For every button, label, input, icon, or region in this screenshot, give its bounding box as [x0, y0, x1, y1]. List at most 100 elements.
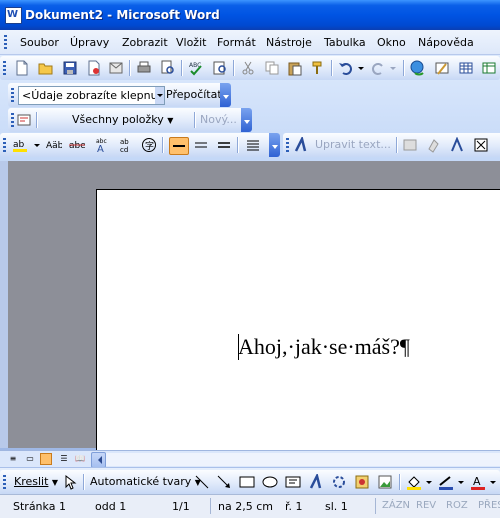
columns-icon[interactable]: [245, 137, 261, 153]
insert-picture-icon[interactable]: [377, 474, 393, 490]
normal-view-button[interactable]: ≡: [7, 453, 19, 465]
highlight-icon[interactable]: ab: [12, 137, 28, 153]
edit-text-button[interactable]: Upravit text...: [315, 138, 391, 151]
diagram-icon[interactable]: [331, 474, 347, 490]
menu-upravy[interactable]: Úpravy: [70, 36, 109, 49]
field-select[interactable]: <Údaje zobrazíte klepnutím: [18, 86, 165, 105]
arrow-icon[interactable]: [216, 474, 232, 490]
strikethrough-icon[interactable]: abe: [69, 137, 85, 153]
wordart-shape-icon[interactable]: [449, 137, 465, 153]
copy-icon[interactable]: [264, 60, 280, 76]
menu-format[interactable]: Formát: [217, 36, 256, 49]
font-color-dropdown-icon[interactable]: [489, 474, 497, 490]
change-case-icon[interactable]: Aäb: [46, 137, 62, 153]
outline-view-button[interactable]: ☰: [58, 453, 70, 465]
phonetic-guide-icon[interactable]: abcA: [94, 137, 110, 153]
status-bar: Stránka 1 odd 1 1/1 na 2,5 cm ř. 1 sl. 1…: [0, 494, 500, 518]
research-icon[interactable]: [212, 60, 228, 76]
insert-wordart-drawing-icon[interactable]: [308, 474, 324, 490]
fill-color-dropdown-icon[interactable]: [425, 474, 433, 490]
web-layout-view-button[interactable]: ▭: [24, 453, 36, 465]
format-painter-icon[interactable]: [310, 60, 326, 76]
insert-excel-icon[interactable]: [481, 60, 497, 76]
text-box-icon[interactable]: [285, 474, 301, 490]
print-preview-icon[interactable]: [160, 60, 176, 76]
highlight-dropdown-icon[interactable]: [33, 137, 41, 153]
print-layout-view-button[interactable]: [40, 453, 52, 465]
toolbar-separator: [399, 474, 400, 490]
show-all-markup-dropdown[interactable]: Všechny položky ▼: [72, 113, 173, 126]
font-color-icon[interactable]: A: [470, 474, 486, 490]
redo-icon[interactable]: [370, 60, 386, 76]
insert-wordart-icon[interactable]: [293, 137, 309, 153]
fill-color-icon[interactable]: [406, 474, 422, 490]
insert-table-icon[interactable]: [458, 60, 474, 76]
toolbar-grip[interactable]: [11, 88, 14, 102]
toolbar-options-button[interactable]: [269, 133, 280, 157]
status-extend[interactable]: ROZ: [446, 500, 468, 511]
menu-nastroje[interactable]: Nástroje: [266, 36, 312, 49]
select-objects-icon[interactable]: [62, 474, 78, 490]
autoshapes-menu-button[interactable]: Automatické tvary ▼: [90, 475, 201, 488]
recalculate-button[interactable]: Přepočítat: [166, 88, 222, 101]
wordart-gallery-icon[interactable]: [402, 137, 418, 153]
print-icon[interactable]: [136, 60, 152, 76]
word-app-icon[interactable]: W: [5, 7, 22, 24]
menu-okno[interactable]: Okno: [377, 36, 406, 49]
status-track-changes-rev[interactable]: REV: [416, 500, 436, 511]
reading-layout-view-button[interactable]: 📖: [74, 453, 86, 465]
align-justify-button[interactable]: [169, 137, 189, 155]
save-icon[interactable]: [62, 60, 78, 76]
menu-tabulka[interactable]: Tabulka: [324, 36, 366, 49]
undo-dropdown-icon[interactable]: [357, 60, 365, 76]
status-track-changes[interactable]: ZÁZN: [382, 500, 410, 511]
toolbar-grip[interactable]: [11, 113, 14, 127]
text-wrapping-icon[interactable]: [473, 137, 489, 153]
tables-borders-icon[interactable]: [434, 60, 450, 76]
undo-icon[interactable]: [338, 60, 354, 76]
menu-napoveda[interactable]: Nápověda: [418, 36, 474, 49]
align-both-icon[interactable]: [216, 137, 232, 153]
permission-icon[interactable]: [86, 60, 102, 76]
toolbar-grip[interactable]: [3, 61, 6, 75]
align-justify-icon: [173, 145, 185, 147]
draw-menu-button[interactable]: Kreslit ▼: [14, 475, 58, 488]
enclose-characters-icon[interactable]: 字: [141, 137, 157, 153]
open-icon[interactable]: [38, 60, 54, 76]
format-wordart-icon[interactable]: [426, 137, 442, 153]
new-comment-button[interactable]: Nový...: [200, 113, 237, 126]
spelling-icon[interactable]: ABC: [188, 60, 204, 76]
line-icon[interactable]: [194, 474, 210, 490]
rectangle-icon[interactable]: [239, 474, 255, 490]
hyperlink-icon[interactable]: [410, 60, 426, 76]
distribute-icon[interactable]: [193, 137, 209, 153]
toolbar-grip[interactable]: [3, 475, 6, 489]
toolbar-options-button[interactable]: [220, 83, 231, 107]
document-page[interactable]: [96, 189, 500, 452]
toolbar-grip[interactable]: [286, 138, 289, 152]
svg-text:字: 字: [145, 140, 154, 152]
combine-characters-icon[interactable]: abcd: [117, 137, 133, 153]
draw-menu-label: Kreslit: [14, 475, 49, 488]
status-overtype[interactable]: PŘES: [478, 500, 500, 511]
horizontal-scroll-track[interactable]: [106, 453, 500, 466]
line-color-dropdown-icon[interactable]: [457, 474, 465, 490]
document-text[interactable]: Ahoj,·jak·se·máš?¶: [238, 334, 410, 360]
email-icon[interactable]: [108, 60, 124, 76]
redo-dropdown-icon[interactable]: [389, 60, 397, 76]
oval-icon[interactable]: [262, 474, 278, 490]
clip-art-icon[interactable]: [354, 474, 370, 490]
menu-soubor[interactable]: Soubor: [20, 36, 59, 49]
scroll-left-button[interactable]: [91, 452, 106, 468]
menu-zobrazit[interactable]: Zobrazit: [122, 36, 168, 49]
paste-icon[interactable]: [287, 60, 303, 76]
cut-icon[interactable]: [240, 60, 256, 76]
toolbar-grip[interactable]: [3, 138, 6, 152]
chevron-down-icon[interactable]: [155, 87, 164, 104]
display-review-icon[interactable]: [16, 112, 32, 128]
menu-vlozit[interactable]: Vložit: [176, 36, 206, 49]
new-doc-icon[interactable]: [14, 60, 30, 76]
line-color-icon[interactable]: [438, 474, 454, 490]
toolbar-options-button[interactable]: [241, 108, 252, 132]
menu-grip[interactable]: [4, 35, 7, 49]
